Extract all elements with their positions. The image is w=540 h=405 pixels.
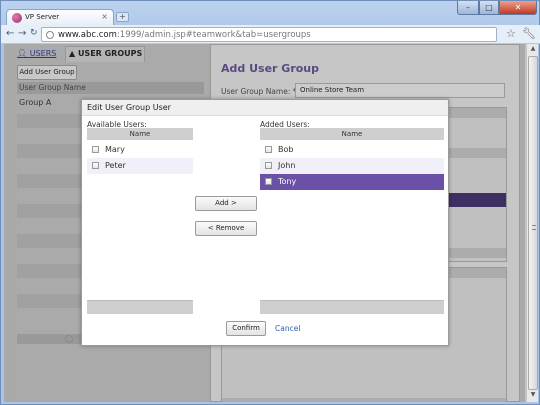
scroll-thumb[interactable] xyxy=(528,56,538,390)
group-name-label: User Group Name: * xyxy=(221,87,297,96)
added-users-list: Name Bob John Tony xyxy=(260,128,444,314)
add-button[interactable]: Add > xyxy=(195,196,257,211)
edit-user-group-user-dialog: Edit User Group User Available Users: Na… xyxy=(81,99,449,346)
url-host: www.abc.com xyxy=(58,30,117,40)
confirm-button[interactable]: Confirm xyxy=(226,321,266,336)
user-name: Tony xyxy=(278,177,297,186)
vertical-scrollbar[interactable]: ▲ ▼ xyxy=(526,44,538,402)
available-user-mary[interactable]: Mary xyxy=(87,142,193,158)
browser-toolbar: ← → ↻ www.abc.com:1999/admin.jsp#teamwor… xyxy=(1,25,540,44)
available-user-peter[interactable]: Peter xyxy=(87,158,193,174)
browser-tab[interactable]: VP Server × xyxy=(6,9,114,26)
tab-users[interactable]: 👤︎ USERS xyxy=(17,49,56,58)
user-name: Bob xyxy=(278,145,294,154)
added-list-footer xyxy=(260,300,444,314)
checkbox[interactable] xyxy=(265,162,272,169)
page-info-icon[interactable] xyxy=(46,31,54,39)
user-name: Peter xyxy=(105,161,126,170)
maximize-button[interactable]: □ xyxy=(479,1,499,15)
minimize-button[interactable]: – xyxy=(457,1,479,15)
bookmark-star-icon[interactable]: ☆ xyxy=(506,27,516,40)
added-user-john[interactable]: John xyxy=(260,158,444,174)
url-path: :1999/admin.jsp#teamwork&tab=usergroups xyxy=(116,30,311,40)
dialog-title: Edit User Group User xyxy=(82,100,448,116)
tab-user-groups-label: USER GROUPS xyxy=(77,49,143,58)
tab-close-icon[interactable]: × xyxy=(101,12,108,21)
checkbox[interactable] xyxy=(265,178,272,185)
checkbox[interactable] xyxy=(92,146,99,153)
wrench-menu-icon[interactable]: 🔧︎ xyxy=(522,27,536,40)
available-list-footer xyxy=(87,300,193,314)
reload-icon[interactable]: ↻ xyxy=(30,28,38,38)
group-name-input[interactable]: Online Store Team xyxy=(295,83,505,98)
group-name-column-header: User Group Name xyxy=(17,82,204,94)
user-name: John xyxy=(278,161,296,170)
available-name-header: Name xyxy=(87,128,193,140)
left-tab-row: 👤︎ USERS ▲ USER GROUPS xyxy=(13,44,208,62)
scroll-down-icon[interactable]: ▼ xyxy=(527,391,539,402)
pager-dot-icon xyxy=(65,335,73,343)
close-window-button[interactable]: ✕ xyxy=(499,1,537,15)
checkbox[interactable] xyxy=(92,162,99,169)
page-title: Add User Group xyxy=(221,62,320,75)
box-footer xyxy=(222,398,506,402)
cancel-link[interactable]: Cancel xyxy=(275,324,300,333)
new-tab-button[interactable]: + xyxy=(116,12,129,22)
site-favicon-icon xyxy=(12,13,22,23)
tab-users-label: USERS xyxy=(29,49,57,58)
add-user-group-button[interactable]: Add User Group xyxy=(17,65,77,80)
scroll-grip xyxy=(532,225,536,230)
forward-icon[interactable]: → xyxy=(18,28,26,39)
address-bar[interactable]: www.abc.com:1999/admin.jsp#teamwork&tab=… xyxy=(41,27,497,42)
user-name: Mary xyxy=(105,145,125,154)
back-icon[interactable]: ← xyxy=(6,28,14,39)
available-users-list: Name Mary Peter xyxy=(87,128,193,314)
added-user-bob[interactable]: Bob xyxy=(260,142,444,158)
added-user-tony[interactable]: Tony xyxy=(260,174,444,190)
tab-user-groups[interactable]: ▲ USER GROUPS xyxy=(69,49,142,58)
checkbox[interactable] xyxy=(265,146,272,153)
window-controls: – □ ✕ xyxy=(457,1,537,15)
remove-button[interactable]: < Remove xyxy=(195,221,257,236)
tab-strip: VP Server × + – □ ✕ xyxy=(1,1,540,26)
url-text: www.abc.com:1999/admin.jsp#teamwork&tab=… xyxy=(58,30,311,40)
scroll-up-icon[interactable]: ▲ xyxy=(527,45,539,56)
added-name-header: Name xyxy=(260,128,444,140)
tab-title: VP Server xyxy=(25,13,60,21)
